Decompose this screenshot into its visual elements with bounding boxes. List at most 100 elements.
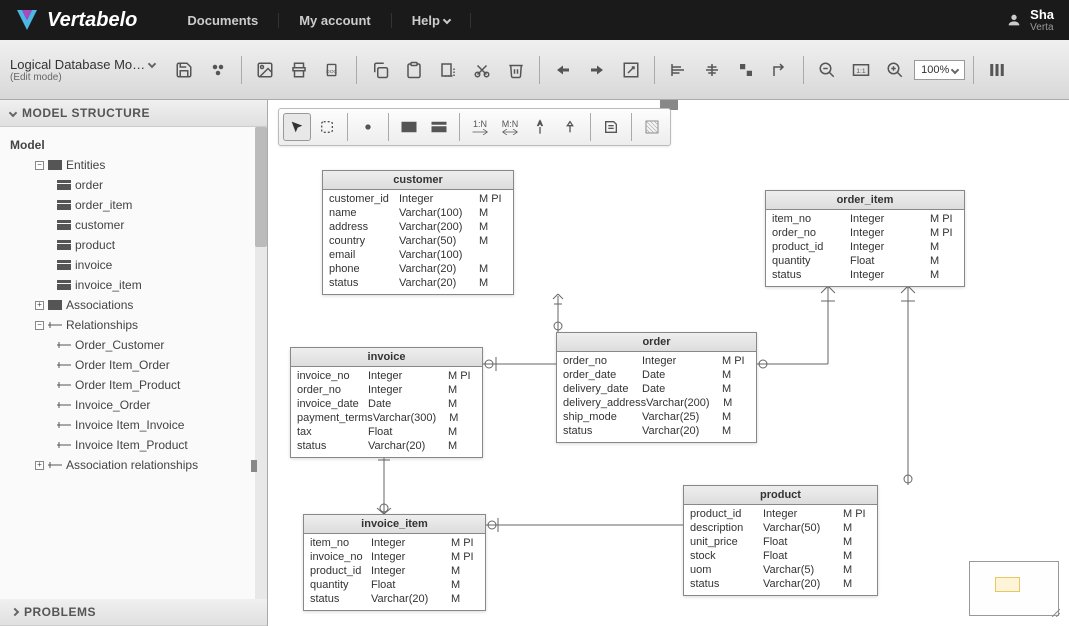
entity-column-row: item_noIntegerM PI [310, 536, 479, 550]
align-left-button[interactable] [663, 55, 693, 85]
user-icon [1006, 12, 1022, 28]
entity-column-row: invoice_noIntegerM PI [310, 550, 479, 564]
tree-associations[interactable]: + Associations [23, 295, 262, 315]
note-tool[interactable] [597, 113, 625, 141]
tree-relationship-item[interactable]: Invoice Item_Product [45, 435, 262, 455]
tree-association-relationships[interactable]: + Association relationships [23, 455, 262, 475]
one-to-n-tool[interactable]: 1:N [466, 113, 494, 141]
inheritance-tool[interactable]: A [526, 113, 554, 141]
entity-header: invoice_item [304, 515, 485, 534]
cut-button[interactable] [467, 55, 497, 85]
entity-tool[interactable] [395, 113, 423, 141]
tree-entity-item[interactable]: invoice [45, 255, 262, 275]
entity-column-row: order_noIntegerM PI [772, 226, 958, 240]
entity-icon [57, 200, 71, 210]
resize-handle-icon[interactable] [1050, 607, 1060, 617]
entity-icon [57, 280, 71, 290]
tree-relationship-item[interactable]: Invoice_Order [45, 395, 262, 415]
pan-tool[interactable] [354, 113, 382, 141]
user-info[interactable]: Sha Verta [1006, 7, 1054, 33]
entity-header: invoice [291, 348, 482, 367]
entity-header: product [684, 486, 877, 505]
tree-relationship-item[interactable]: Invoice Item_Invoice [45, 415, 262, 435]
tree-scrollbar[interactable] [255, 127, 267, 599]
doc-title[interactable]: Logical Database Mo… (Edit mode) [10, 57, 165, 83]
brand-logo[interactable]: Vertabelo [15, 8, 137, 32]
entity-invoice[interactable]: invoice invoice_noIntegerM PIorder_noInt… [290, 347, 483, 458]
entity-column-row: statusVarchar(20)M [690, 577, 871, 591]
save-button[interactable] [169, 55, 199, 85]
zoom-in-button[interactable] [880, 55, 910, 85]
tree-entity-item[interactable]: invoice_item [45, 275, 262, 295]
tree-entities[interactable]: − Entities [23, 155, 262, 175]
tree-relationship-item[interactable]: Order Item_Order [45, 355, 262, 375]
brand-text: Vertabelo [47, 9, 137, 32]
zoom-select[interactable]: 100% [914, 60, 965, 80]
sidebar: MODEL STRUCTURE Model − Entities orderor… [0, 100, 268, 626]
entity-column-row: quantityFloatM [772, 254, 958, 268]
relationship-icon [57, 340, 71, 350]
print-button[interactable] [284, 55, 314, 85]
tree-panel: Model − Entities orderorder_itemcustomer… [0, 127, 267, 599]
entity-order[interactable]: order order_noIntegerM PIorder_dateDateM… [556, 332, 757, 443]
marquee-tool[interactable] [313, 113, 341, 141]
entity-column-row: descriptionVarchar(50)M [690, 521, 871, 535]
tree-relationship-item[interactable]: Order Item_Product [45, 375, 262, 395]
svg-text:1:1: 1:1 [856, 68, 866, 75]
top-header: Vertabelo Documents My account Help Sha … [0, 0, 1069, 40]
zoom-reset-button[interactable]: 1:1 [846, 55, 876, 85]
paste-button[interactable] [399, 55, 429, 85]
tree-entity-item[interactable]: customer [45, 215, 262, 235]
problems-header[interactable]: PROBLEMS [0, 599, 267, 626]
assoc-entity-tool[interactable] [425, 113, 453, 141]
copy-button[interactable] [365, 55, 395, 85]
entity-column-row: addressVarchar(200)M [329, 220, 507, 234]
entity-column-row: statusVarchar(20)M [329, 276, 507, 290]
entity-column-row: item_noIntegerM PI [772, 212, 958, 226]
select-tool[interactable] [283, 113, 311, 141]
tree-relationship-item[interactable]: Order_Customer [45, 335, 262, 355]
relationship-icon [48, 320, 62, 330]
minimap[interactable] [969, 561, 1059, 616]
minimap-viewport[interactable] [995, 577, 1020, 592]
tree-relationships[interactable]: − Relationships [23, 315, 262, 335]
nav-documents[interactable]: Documents [167, 13, 279, 28]
entity-invoice-item[interactable]: invoice_item item_noIntegerM PIinvoice_n… [303, 514, 486, 611]
area-tool[interactable] [638, 113, 666, 141]
align-center-button[interactable] [697, 55, 727, 85]
main-toolbar: Logical Database Mo… (Edit mode) DOC 1:1… [0, 40, 1069, 100]
zoom-out-button[interactable] [812, 55, 842, 85]
canvas[interactable]: 1:N M:N A [268, 100, 1069, 626]
tree-root[interactable]: Model [5, 135, 262, 155]
entity-column-row: phoneVarchar(20)M [329, 262, 507, 276]
entity-column-row: customer_idIntegerM PI [329, 192, 507, 206]
duplicate-button[interactable] [433, 55, 463, 85]
m-to-n-tool[interactable]: M:N [496, 113, 524, 141]
edit-toggle-button[interactable] [616, 55, 646, 85]
doc-export-button[interactable]: DOC [318, 55, 348, 85]
image-button[interactable] [250, 55, 280, 85]
nav-help[interactable]: Help [392, 13, 471, 28]
entity-order-item[interactable]: order_item item_noIntegerM PIorder_noInt… [765, 190, 965, 287]
entity-header: order [557, 333, 756, 352]
username: Sha [1030, 7, 1054, 22]
entity-product[interactable]: product product_idIntegerM PIdescription… [683, 485, 878, 596]
tree-entity-item[interactable]: order [45, 175, 262, 195]
nav-account[interactable]: My account [279, 13, 392, 28]
redo-button[interactable] [582, 55, 612, 85]
panel-toggle-button[interactable] [982, 55, 1012, 85]
entity-header: order_item [766, 191, 964, 210]
canvas-toolbar: 1:N M:N A [278, 108, 671, 146]
undo-button[interactable] [548, 55, 578, 85]
entity-column-row: product_idIntegerM PI [690, 507, 871, 521]
delete-button[interactable] [501, 55, 531, 85]
tree-entity-item[interactable]: product [45, 235, 262, 255]
arrange-button[interactable] [731, 55, 761, 85]
folder-icon [48, 300, 62, 310]
share-button[interactable] [203, 55, 233, 85]
connector-button[interactable] [765, 55, 795, 85]
tree-entity-item[interactable]: order_item [45, 195, 262, 215]
entity-customer[interactable]: customer customer_idIntegerM PInameVarch… [322, 170, 514, 295]
inheritance-up-tool[interactable] [556, 113, 584, 141]
model-structure-header[interactable]: MODEL STRUCTURE [0, 100, 267, 127]
